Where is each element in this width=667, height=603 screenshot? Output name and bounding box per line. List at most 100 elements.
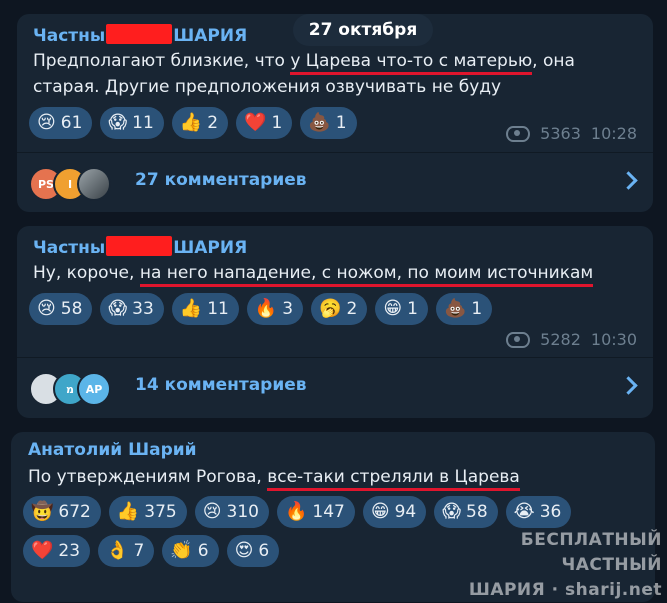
reaction-screaming[interactable]: 😱 11 (100, 107, 164, 139)
reaction-count: 1 (471, 299, 483, 319)
author-name[interactable]: Частны ШАРИЯ (33, 24, 247, 46)
watermark-line: БЕСПЛАТНЫЙ ЧАСТНЫЙ (520, 530, 662, 575)
chevron-right-icon (619, 171, 638, 190)
comments-count-label: 14 комментариев (135, 375, 307, 395)
reaction-count: 672 (58, 502, 91, 522)
fire-icon: 🔥 (254, 298, 278, 319)
reaction-fire[interactable]: 🔥 147 (276, 496, 355, 528)
reaction-count: 1 (335, 113, 347, 133)
message-card-2: Частны ШАРИЯ Ну, короче, на него нападени… (17, 226, 653, 418)
text-segment: Предполагают близкие, что (33, 51, 291, 71)
author-name[interactable]: Частны ШАРИЯ (33, 236, 247, 258)
grinning-face-icon: 😁 (370, 501, 390, 522)
pile-of-poo-icon: 💩 (308, 112, 331, 133)
author-name-part: ШАРИЯ (173, 238, 248, 258)
reaction-ok-hand[interactable]: 👌 7 (98, 535, 155, 567)
comments-count-label: 27 комментариев (135, 170, 307, 190)
reaction-count: 11 (132, 113, 154, 133)
grinning-face-icon: 😁 (383, 298, 403, 319)
reaction-screaming[interactable]: 😱 58 (434, 496, 498, 528)
message-text: Ну, короче, на него нападение, с ножом, … (33, 260, 594, 287)
reaction-heart[interactable]: ❤️ 23 (23, 535, 91, 567)
underlined-text: на него нападение, с ножом, по моим исто… (139, 263, 594, 287)
chevron-right-icon (619, 376, 638, 395)
reaction-poo[interactable]: 💩 1 (435, 293, 493, 325)
reaction-count: 375 (144, 502, 177, 522)
screaming-face-icon: 😱 (442, 501, 462, 522)
watermark-line: ШАРИЯ · sharij.net (468, 580, 662, 600)
reaction-count: 23 (58, 541, 81, 561)
thumbs-up-icon: 👍 (179, 112, 203, 133)
reaction-count: 3 (282, 299, 294, 319)
reaction-crying[interactable]: 😢 310 (194, 496, 269, 528)
view-count: 5282 (540, 330, 581, 349)
reaction-count: 36 (539, 502, 562, 522)
comments-bar[interactable]: מ AP 14 комментариев (17, 357, 653, 417)
reaction-thumbs-up[interactable]: 👍 2 (171, 107, 229, 139)
pile-of-poo-icon: 💩 (443, 298, 467, 319)
crying-face-icon: 😢 (37, 298, 56, 319)
reaction-crying[interactable]: 😢 61 (29, 107, 93, 139)
reaction-grinning[interactable]: 😁 1 (375, 293, 428, 325)
reaction-cowboy[interactable]: 🤠 672 (23, 496, 101, 528)
avatar (77, 167, 111, 201)
reaction-count: 1 (271, 113, 283, 133)
reaction-fire[interactable]: 🔥 3 (246, 293, 304, 325)
reactions-bar: 🤠 672 👍 375 😢 310 🔥 147 😁 94 😱 58 😭 36 (23, 496, 572, 528)
text-segment: , она (532, 51, 575, 71)
avatar: AP (77, 372, 111, 406)
message-meta: 5282 10:30 (506, 330, 637, 349)
crying-face-icon: 😢 (202, 501, 222, 522)
reactions-bar: ❤️ 23 👌 7 👏 6 😍 6 (23, 535, 280, 567)
reactions-bar: 😢 61 😱 11 👍 2 ❤️ 1 💩 1 (29, 107, 357, 139)
red-heart-icon: ❤️ (31, 540, 54, 561)
author-name-part: ШАРИЯ (173, 26, 248, 46)
reaction-screaming[interactable]: 😱 33 (100, 293, 164, 325)
reaction-heart[interactable]: ❤️ 1 (236, 107, 293, 139)
text-segment: старая. Другие предположения озвучивать … (33, 77, 502, 97)
comments-bar[interactable]: PS I 27 комментариев (17, 152, 653, 212)
message-time: 10:28 (590, 124, 637, 143)
loudly-crying-face-icon: 😭 (513, 501, 535, 522)
underlined-text: все-таки стреляли в Царева (267, 467, 520, 491)
reaction-count: 58 (466, 502, 488, 522)
author-name[interactable]: Анатолий Шарий (28, 440, 197, 460)
reaction-count: 11 (207, 299, 229, 319)
message-meta: 5363 10:28 (506, 124, 637, 143)
fire-icon: 🔥 (284, 501, 308, 522)
reaction-crying[interactable]: 😢 58 (29, 293, 93, 325)
reaction-count: 2 (207, 113, 219, 133)
reaction-count: 6 (258, 541, 270, 561)
reaction-count: 6 (197, 541, 209, 561)
reaction-count: 7 (133, 541, 145, 561)
thumbs-up-icon: 👍 (179, 298, 203, 319)
reaction-loudly-crying[interactable]: 😭 36 (505, 496, 572, 528)
reaction-yawning[interactable]: 🥱 2 (311, 293, 368, 325)
reaction-grinning[interactable]: 😁 94 (362, 496, 427, 528)
commenter-avatars: מ AP (29, 372, 139, 406)
reaction-count: 2 (346, 299, 358, 319)
reaction-thumbs-up[interactable]: 👍 375 (108, 496, 187, 528)
reaction-thumbs-up[interactable]: 👍 11 (171, 293, 239, 325)
reaction-count: 58 (60, 299, 83, 319)
yawning-face-icon: 🥱 (319, 298, 342, 319)
view-count: 5363 (540, 124, 581, 143)
date-badge: 27 октября (293, 14, 433, 46)
reaction-count: 94 (394, 502, 417, 522)
reaction-heart-eyes[interactable]: 😍 6 (226, 535, 280, 567)
reaction-poo[interactable]: 💩 1 (300, 107, 357, 139)
reaction-clapping[interactable]: 👏 6 (162, 535, 219, 567)
reaction-count: 310 (226, 502, 259, 522)
ok-hand-icon: 👌 (106, 540, 129, 561)
screaming-face-icon: 😱 (108, 298, 128, 319)
redaction-mark (106, 24, 173, 44)
message-text: Предполагают близкие, что у Царева что-т… (33, 48, 575, 100)
reaction-count: 61 (60, 113, 83, 133)
redaction-mark (106, 236, 173, 256)
screaming-face-icon: 😱 (108, 112, 128, 133)
red-heart-icon: ❤️ (244, 112, 267, 133)
reaction-count: 1 (407, 299, 418, 319)
clapping-hands-icon: 👏 (170, 540, 193, 561)
author-name-part: Частны (33, 26, 106, 46)
message-time: 10:30 (590, 330, 637, 349)
